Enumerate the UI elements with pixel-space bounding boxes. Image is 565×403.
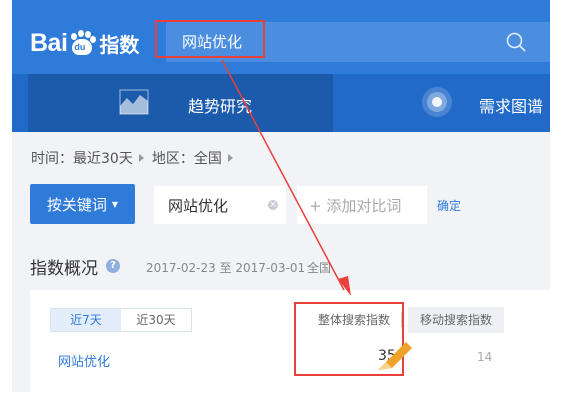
baidu-index-logo[interactable]: Bai du 指数	[30, 28, 139, 58]
period-toggle: 近7天 近30天	[50, 308, 192, 332]
remove-keyword-icon[interactable]: ×	[268, 200, 278, 210]
filter-breadcrumb: 时间：最近30天 地区：全国	[31, 148, 241, 168]
logo-suffix-text: 指数	[99, 32, 140, 57]
overview-panel: 近7天 近30天 整体搜索指数 移动搜索指数 网站优化 35 14	[30, 290, 550, 392]
overview-region: 全国	[307, 261, 332, 275]
confirm-link[interactable]: 确定	[437, 197, 461, 214]
demand-graph-icon	[422, 87, 452, 117]
mobile-index-value: 14	[477, 350, 493, 364]
trend-chart-icon	[119, 89, 149, 115]
keyword-mode-button[interactable]: 按关键词 ▼	[30, 184, 135, 224]
app-frame: Bai du 指数 网站优化 趋势研究 需求图谱 时间：最近30天 地区：全国 …	[12, 0, 550, 392]
region-filter[interactable]: 地区：全国	[152, 148, 222, 168]
search-icon[interactable]	[506, 32, 526, 52]
keyword-chip-text: 网站优化	[168, 196, 229, 215]
row-keyword[interactable]: 网站优化	[58, 351, 110, 370]
tab-demand-graph-label: 需求图谱	[479, 97, 544, 116]
overview-date-range: 2017-02-23 至 2017-03-01	[146, 261, 306, 275]
chevron-right-icon	[227, 154, 233, 162]
overview-title: 指数概况	[30, 259, 98, 279]
period-30-days[interactable]: 近30天	[121, 309, 191, 331]
add-compare-keyword-button[interactable]: + 添加对比词	[297, 186, 427, 224]
help-icon[interactable]: ?	[106, 259, 120, 273]
period-7-days[interactable]: 近7天	[51, 309, 121, 331]
pencil-icon	[378, 342, 412, 370]
keyword-chip[interactable]: 网站优化 ×	[154, 186, 286, 224]
main-tabs: 趋势研究 需求图谱	[12, 74, 550, 132]
time-filter[interactable]: 时间：最近30天	[31, 148, 133, 168]
header-bar: Bai du 指数 网站优化	[12, 0, 550, 74]
chevron-right-icon	[138, 154, 144, 162]
tab-trend-research-label: 趋势研究	[188, 97, 253, 116]
tab-trend-research[interactable]: 趋势研究	[28, 74, 333, 132]
search-highlight-box	[155, 20, 265, 58]
caret-down-icon: ▼	[111, 199, 119, 209]
mobile-search-index-header[interactable]: 移动搜索指数	[408, 307, 504, 333]
paw-icon: du	[68, 30, 97, 56]
keyword-mode-label: 按关键词	[46, 195, 107, 214]
logo-bai-text: Bai	[30, 28, 68, 57]
logo-du-text: du	[74, 42, 86, 52]
